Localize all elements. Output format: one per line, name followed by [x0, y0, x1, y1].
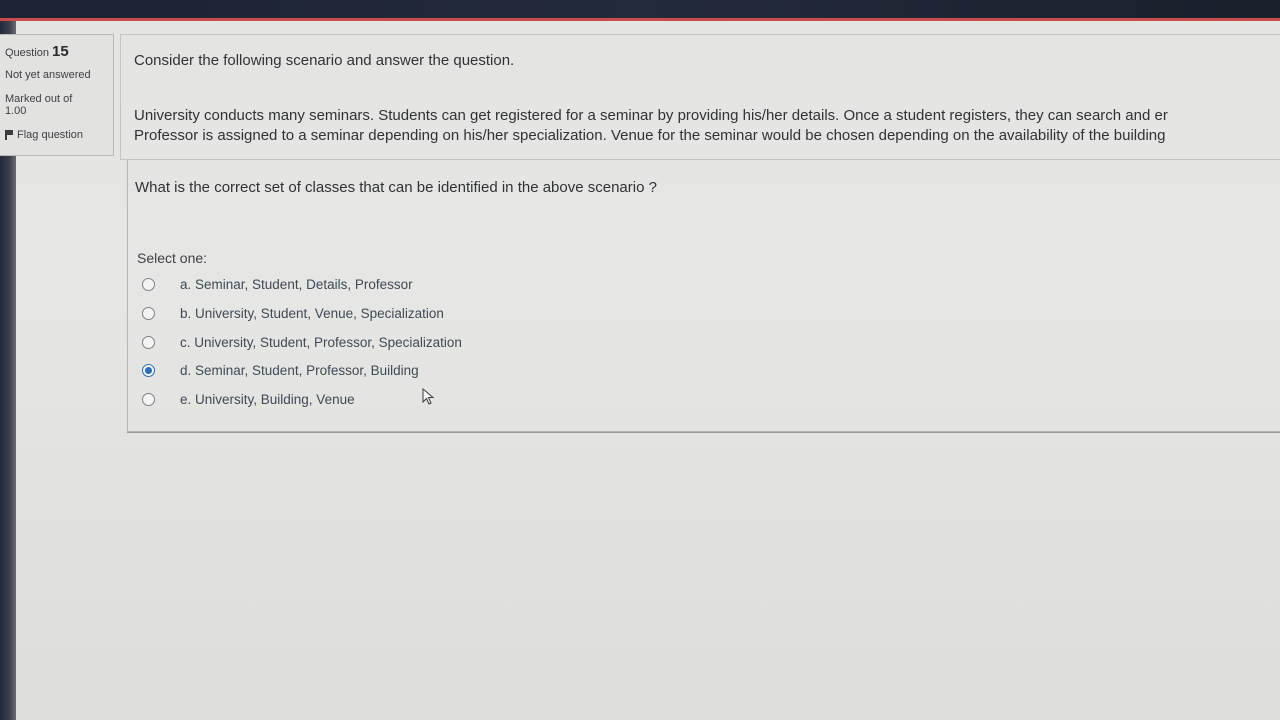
answer-option-d[interactable]: d. Seminar, Student, Professor, Building — [142, 360, 419, 380]
question-number-label: Question 15 — [5, 43, 113, 60]
radio-button-b[interactable] — [142, 306, 155, 320]
answer-option-label: e. University, Building, Venue — [180, 391, 355, 407]
answer-option-label: a. Seminar, Student, Details, Professor — [180, 276, 413, 292]
question-info-panel: Question 15 Not yet answered Marked out … — [0, 34, 114, 156]
scenario-line-1: University conducts many seminars. Stude… — [134, 107, 1168, 124]
marked-out-of: Marked out of 1.00 — [5, 93, 113, 117]
radio-button-a[interactable] — [142, 277, 155, 291]
question-number: 15 — [52, 43, 69, 60]
marked-label: Marked out of — [5, 93, 73, 105]
question-prompt: What is the correct set of classes that … — [135, 179, 657, 196]
radio-button-d[interactable] — [142, 363, 155, 377]
marked-value: 1.00 — [5, 105, 27, 117]
question-intro: Consider the following scenario and answ… — [134, 52, 515, 69]
quiz-page: Question 15 Not yet answered Marked out … — [0, 0, 1280, 720]
answer-option-label: b. University, Student, Venue, Specializ… — [180, 305, 444, 321]
mouse-cursor-icon — [422, 388, 435, 405]
answer-option-label: c. University, Student, Professor, Speci… — [180, 334, 462, 350]
answer-option-a[interactable]: a. Seminar, Student, Details, Professor — [142, 274, 413, 294]
radio-button-e[interactable] — [142, 392, 155, 406]
flag-question-link[interactable]: Flag question — [5, 129, 113, 141]
scenario-line-2: Professor is assigned to a seminar depen… — [134, 127, 1166, 144]
answer-option-label: d. Seminar, Student, Professor, Building — [180, 362, 419, 378]
flag-icon — [5, 130, 13, 140]
question-label: Question — [5, 47, 50, 59]
answer-status: Not yet answered — [5, 69, 91, 81]
question-scenario: University conducts many seminars. Stude… — [134, 106, 1168, 146]
top-accent-line — [0, 18, 1280, 21]
select-one-label: Select one: — [137, 250, 208, 266]
answer-option-e[interactable]: e. University, Building, Venue — [142, 389, 355, 409]
top-bar — [0, 0, 1280, 18]
answer-option-c[interactable]: c. University, Student, Professor, Speci… — [142, 332, 462, 352]
flag-question-label: Flag question — [17, 129, 84, 141]
answer-option-b[interactable]: b. University, Student, Venue, Specializ… — [142, 303, 444, 323]
radio-button-c[interactable] — [142, 335, 155, 349]
